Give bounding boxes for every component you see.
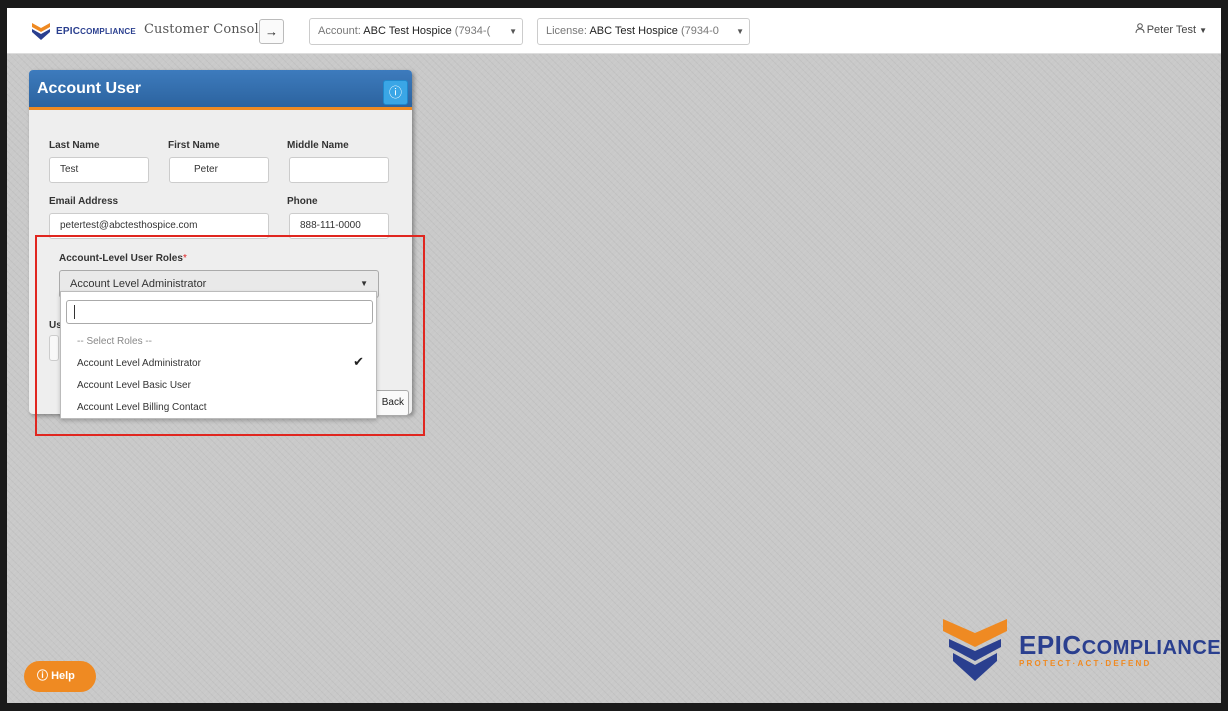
panel-title: Account User [37, 80, 142, 97]
question-icon: ⓘ [37, 670, 48, 682]
email-label: Email Address [49, 196, 119, 207]
info-button[interactable]: ⓘ [383, 80, 408, 105]
user-name: Peter Test [1146, 24, 1197, 36]
license-selector-value: ABC Test Hospice [589, 25, 678, 37]
panel-header: Account User ⓘ [29, 70, 412, 110]
caret-down-icon: ▼ [1199, 26, 1207, 35]
help-label: Help [51, 670, 75, 682]
caret-down-icon: ▼ [736, 27, 744, 36]
top-navbar: EPICCOMPLIANCE Customer Console → Accoun… [7, 8, 1221, 54]
caret-down-icon: ▼ [509, 27, 517, 36]
epic-shield-logo-icon [943, 619, 1007, 681]
info-icon: ⓘ [388, 85, 402, 100]
middle-name-label: Middle Name [287, 140, 349, 151]
last-name-input[interactable]: Test [49, 157, 149, 183]
account-selector-value: ABC Test Hospice [363, 25, 452, 37]
go-arrow-button[interactable]: → [259, 19, 284, 44]
middle-name-input[interactable] [289, 157, 389, 183]
user-menu[interactable]: Peter Test ▼ [1135, 23, 1207, 36]
account-selector[interactable]: Account: ABC Test Hospice (7934-( ▼ [309, 18, 523, 45]
footer-logo: EPICCOMPLIANCE PROTECT·ACT·DEFEND [939, 613, 1221, 685]
first-name-label: First Name [168, 140, 220, 151]
console-title: Customer Console [144, 22, 267, 37]
account-selector-suffix: (7934-( [454, 25, 491, 37]
phone-label: Phone [287, 196, 318, 207]
brand-name: EPICCOMPLIANCE [56, 25, 136, 37]
footer-brand-name: EPICCOMPLIANCE [1019, 630, 1221, 660]
first-name-input[interactable]: Peter [169, 157, 269, 183]
highlight-box [35, 235, 425, 436]
brand-logo-link[interactable]: EPICCOMPLIANCE [30, 20, 136, 42]
epic-shield-icon [32, 23, 50, 40]
license-selector-prefix: License: [546, 25, 587, 37]
help-button[interactable]: ⓘ Help [24, 661, 96, 692]
license-selector-suffix: (7934-0 [680, 25, 719, 37]
footer-brand-block: EPICCOMPLIANCE PROTECT·ACT·DEFEND [1019, 630, 1221, 668]
license-selector[interactable]: License: ABC Test Hospice (7934-0 ▼ [537, 18, 750, 45]
app-window: EPICCOMPLIANCE Customer Console → Accoun… [7, 8, 1221, 703]
last-name-label: Last Name [49, 140, 100, 151]
user-icon [1135, 23, 1145, 33]
account-selector-prefix: Account: [318, 25, 361, 37]
arrow-right-icon: → [265, 24, 278, 39]
